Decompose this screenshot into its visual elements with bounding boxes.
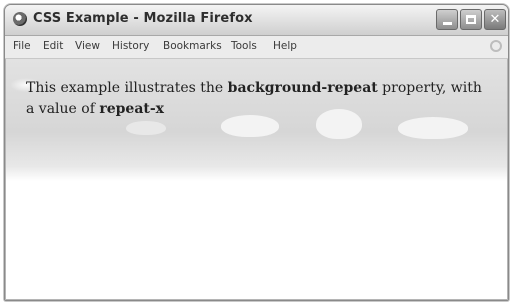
menu-edit[interactable]: Edit	[43, 40, 63, 52]
menu-help[interactable]: Help	[273, 40, 297, 52]
browser-window: CSS Example - Mozilla Firefox ✕ File Edi…	[4, 4, 509, 301]
background-pattern-shape	[126, 121, 166, 135]
menu-view[interactable]: View	[75, 40, 100, 52]
menu-file[interactable]: File	[13, 40, 31, 52]
window-title: CSS Example - Mozilla Firefox	[33, 11, 253, 26]
example-paragraph: This example illustrates the background-…	[26, 78, 494, 120]
page-content: This example illustrates the background-…	[5, 59, 508, 300]
paragraph-text-start: This example illustrates the	[26, 80, 228, 96]
property-value: repeat-x	[99, 101, 165, 117]
loading-throbber-icon	[490, 40, 502, 52]
menu-bookmarks[interactable]: Bookmarks	[163, 40, 222, 52]
maximize-icon	[466, 15, 476, 24]
window-controls: ✕	[436, 9, 506, 30]
title-bar[interactable]: CSS Example - Mozilla Firefox ✕	[5, 5, 508, 36]
maximize-button[interactable]	[460, 9, 482, 30]
menu-bar: File Edit View History Bookmarks Tools H…	[5, 36, 508, 59]
firefox-icon	[13, 12, 27, 26]
property-name: background-repeat	[227, 80, 378, 96]
close-button[interactable]: ✕	[484, 9, 506, 30]
minimize-button[interactable]	[436, 9, 458, 30]
close-icon: ✕	[489, 12, 501, 27]
background-pattern-shape	[398, 117, 468, 139]
menu-tools[interactable]: Tools	[231, 40, 257, 52]
menu-history[interactable]: History	[112, 40, 149, 52]
minimize-icon	[442, 22, 452, 25]
